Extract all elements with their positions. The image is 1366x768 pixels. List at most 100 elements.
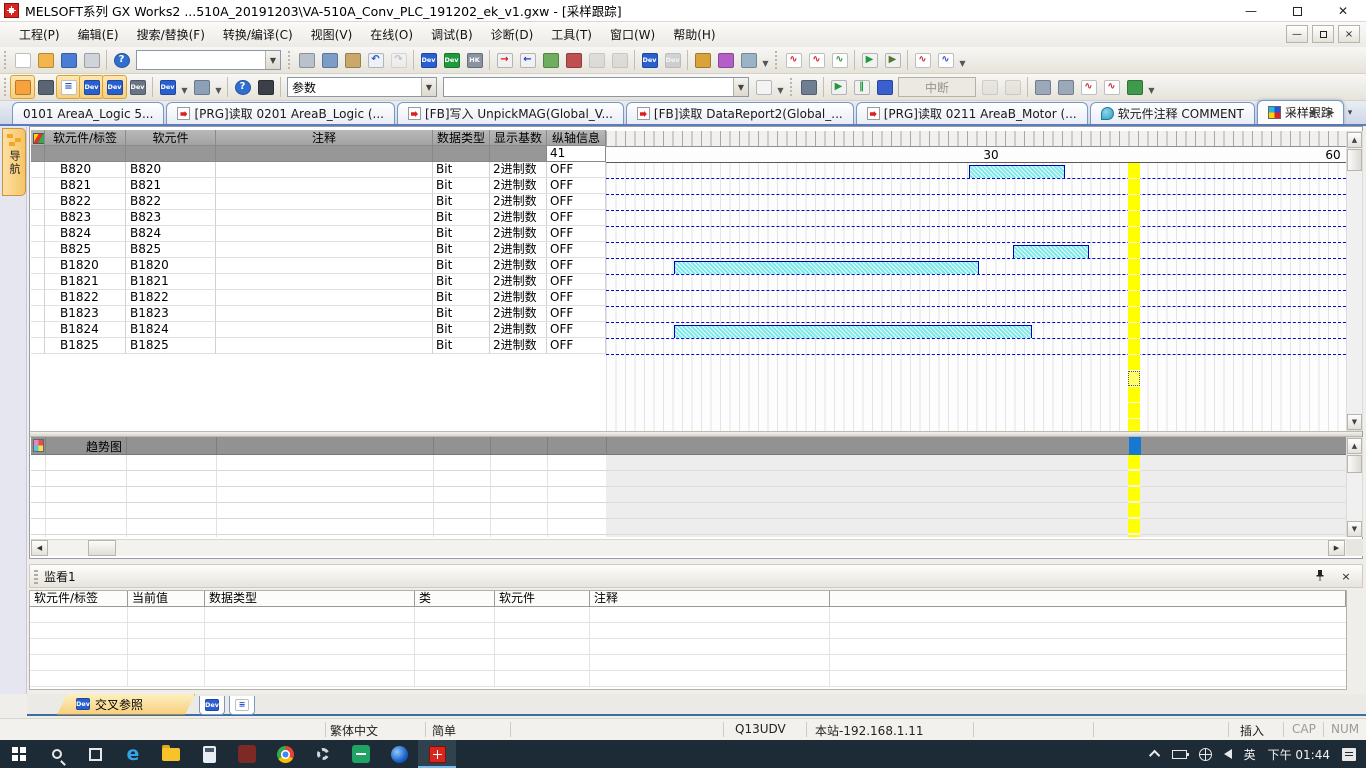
monitor-mode-button[interactable] [691, 49, 714, 71]
find-binoculars-button[interactable] [254, 76, 277, 98]
copy-button[interactable] [318, 49, 341, 71]
trace-cursor-bar[interactable] [1128, 163, 1140, 431]
device-net-button[interactable]: Dev [126, 76, 149, 98]
waveform-plot[interactable] [606, 163, 1346, 431]
chrome-icon[interactable] [266, 740, 304, 768]
watch-close-icon[interactable]: × [1338, 568, 1354, 584]
hidden-icons-chevron[interactable] [1149, 750, 1160, 761]
doc-tab[interactable]: [PRG]读取 0201 AreaB_Logic (... [166, 102, 395, 124]
zoom-device2-button[interactable] [1054, 76, 1077, 98]
doc-tab[interactable]: 0101 AreaA_Logic 5... [12, 102, 164, 124]
print-button[interactable] [80, 49, 103, 71]
menu-item[interactable]: 调试(B) [422, 23, 482, 46]
maximize-button[interactable] [1274, 0, 1320, 22]
melsoft-taskbar-icon[interactable] [418, 740, 456, 768]
step2-button[interactable] [1001, 76, 1024, 98]
tab-list-button[interactable]: ▾ [1342, 105, 1358, 121]
scroll-up-button[interactable]: ▲ [1347, 132, 1362, 148]
trace-transfer-button[interactable]: ▶ [881, 49, 904, 71]
device-find-button[interactable]: Dev [417, 49, 440, 71]
grayed-find2-button[interactable] [608, 49, 631, 71]
trace-hscrollbar[interactable]: ◀ ▶ [31, 539, 1346, 556]
device-monitor-button[interactable]: Dev [440, 49, 463, 71]
new-page-button[interactable] [752, 76, 775, 98]
tab-close-button[interactable]: × [1285, 105, 1301, 121]
trace-register-button[interactable]: ∿ [782, 49, 805, 71]
menu-item[interactable]: 窗口(W) [601, 23, 664, 46]
device-display-button[interactable]: Dev [156, 76, 179, 98]
save-button[interactable] [57, 49, 80, 71]
toolbar-overflow-arrow[interactable]: ▼ [775, 76, 786, 98]
tab-device-list[interactable]: Dev [199, 696, 225, 715]
battery-icon[interactable] [1172, 750, 1187, 759]
doc-tab[interactable]: [PRG]读取 0211 AreaB_Motor (... [856, 102, 1088, 124]
navigation-panel-tab[interactable]: 导航 [2, 128, 26, 196]
close-button[interactable]: ✕ [1320, 0, 1366, 22]
app-ball-icon[interactable] [380, 740, 418, 768]
device-grid-button[interactable]: Dev [103, 76, 126, 98]
toolbar-overflow-arrow[interactable]: ▼ [179, 76, 190, 98]
toolbar-grip[interactable] [3, 51, 8, 69]
doc-tab[interactable]: 软元件注释 COMMENT [1090, 102, 1255, 124]
task-view-button[interactable] [76, 740, 114, 768]
device-record-button[interactable]: Dev [638, 49, 661, 71]
trend-vscrollbar[interactable]: ▲ ▼ [1346, 437, 1363, 537]
window-combo-arrow-icon[interactable]: ▼ [421, 78, 436, 96]
calculator-icon[interactable] [190, 740, 228, 768]
help-button[interactable]: ? [110, 49, 133, 71]
monitor-write-button[interactable] [714, 49, 737, 71]
mdi-close-button[interactable]: × [1338, 25, 1360, 43]
watch-empty-row[interactable] [30, 607, 1346, 623]
menu-item[interactable]: 编辑(E) [69, 23, 128, 46]
redo-button[interactable]: ↷ [387, 49, 410, 71]
monitor-grid-button[interactable] [873, 76, 896, 98]
trend-cursor-bar[interactable] [1128, 455, 1140, 537]
device-search-button[interactable] [190, 76, 213, 98]
search-button[interactable] [38, 740, 76, 768]
vscroll-thumb[interactable] [1347, 149, 1362, 171]
doc-tab[interactable]: [FB]读取 DataReport2(Global_... [626, 102, 854, 124]
menu-item[interactable]: 帮助(H) [664, 23, 724, 46]
zoom-wave1-button[interactable]: ∿ [1077, 76, 1100, 98]
watch-grip[interactable] [34, 570, 38, 584]
hscroll-thumb[interactable] [88, 540, 116, 556]
undo-button[interactable]: ↶ [364, 49, 387, 71]
target-combo-arrow-icon[interactable]: ▼ [733, 78, 748, 96]
toolbar-grip[interactable] [287, 51, 292, 69]
monitor-start-button[interactable]: ▶ [827, 76, 850, 98]
file-explorer-icon[interactable] [152, 740, 190, 768]
tab-scroll-right-button[interactable]: ▶ [1323, 105, 1339, 121]
zoom-wave2-button[interactable]: ∿ [1100, 76, 1123, 98]
jump-combo-arrow-icon[interactable]: ▼ [265, 51, 280, 69]
waveform-vscrollbar[interactable]: ▲ ▼ [1346, 131, 1363, 431]
device-record-gray-button[interactable]: Dev [661, 49, 684, 71]
wave-zoom-h-button[interactable]: ∿ [934, 49, 957, 71]
device-comment-button[interactable]: Dev [80, 76, 103, 98]
menu-item[interactable]: 工具(T) [542, 23, 601, 46]
doc-tab[interactable]: [FB]写入 UnpickMAG(Global_V... [397, 102, 624, 124]
open-file-button[interactable] [34, 49, 57, 71]
help2-button[interactable]: ? [231, 76, 254, 98]
grayed-find-button[interactable] [585, 49, 608, 71]
trend-vscroll-thumb[interactable] [1347, 455, 1362, 473]
trace-point-button[interactable]: ∿ [805, 49, 828, 71]
wave-zoom-v-button[interactable]: ∿ [911, 49, 934, 71]
input-language-indicator[interactable]: 英 [1244, 746, 1256, 763]
read-from-plc-button[interactable]: ← [516, 49, 539, 71]
monitor-stop-button[interactable]: ‖ [850, 76, 873, 98]
zoom-device1-button[interactable] [1031, 76, 1054, 98]
minimize-button[interactable]: — [1228, 0, 1274, 22]
watch-pin-icon[interactable] [1312, 568, 1328, 584]
action-center-icon[interactable] [1342, 748, 1356, 761]
watch-empty-row[interactable] [30, 655, 1346, 671]
paste-button[interactable] [341, 49, 364, 71]
menu-item[interactable]: 搜索/替换(F) [128, 23, 214, 46]
target-combo[interactable]: ▼ [443, 77, 749, 97]
write-to-plc-button[interactable]: → [493, 49, 516, 71]
app-green-icon[interactable] [342, 740, 380, 768]
toolbar-overflow-arrow[interactable]: ▼ [957, 49, 968, 71]
scroll-right-button[interactable]: ▶ [1328, 540, 1345, 556]
new-file-button[interactable] [11, 49, 34, 71]
task-list-button[interactable]: ≡ [57, 76, 80, 98]
cross-ref-tool-button[interactable] [797, 76, 820, 98]
